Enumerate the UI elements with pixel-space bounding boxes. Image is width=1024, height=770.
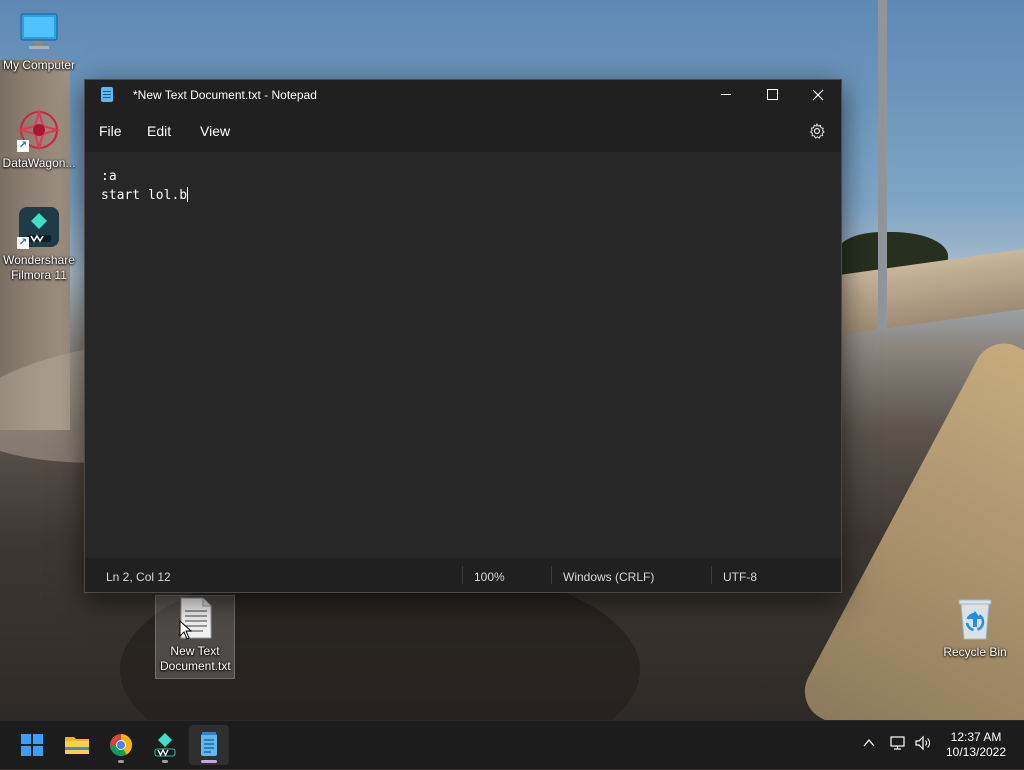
chrome-icon <box>110 734 132 756</box>
minimize-button[interactable] <box>703 80 749 110</box>
editor-line-2: start lol.b <box>101 187 189 203</box>
clock-time: 12:37 AM <box>950 730 1002 744</box>
status-divider <box>711 566 712 584</box>
desktop-icon-my-computer[interactable]: My Computer <box>0 10 78 73</box>
volume-tray-button[interactable] <box>914 735 932 754</box>
datawagon-icon: ↗ <box>17 108 61 152</box>
editor-line-2-text: start lol.b <box>101 188 188 203</box>
menu-edit[interactable]: Edit <box>147 123 171 139</box>
desktop-icon-label: My Computer <box>2 58 76 72</box>
system-clock[interactable]: 12:37 AM 10/13/2022 <box>944 730 1008 760</box>
running-indicator <box>162 760 168 763</box>
window-title: *New Text Document.txt - Notepad <box>133 88 317 102</box>
status-zoom[interactable]: 100% <box>474 570 505 584</box>
text-editor-area[interactable]: :a start lol.b <box>85 152 841 558</box>
notepad-icon <box>101 87 113 102</box>
wallpaper-pole <box>878 0 887 330</box>
status-cursor-position: Ln 2, Col 12 <box>106 570 171 584</box>
close-icon <box>812 89 824 101</box>
close-button[interactable] <box>795 80 841 110</box>
settings-gear-icon[interactable] <box>809 123 825 139</box>
status-line-ending[interactable]: Windows (CRLF) <box>563 570 654 584</box>
running-indicator <box>118 760 124 763</box>
clock-date: 10/13/2022 <box>945 745 1007 759</box>
file-explorer-icon <box>65 737 89 754</box>
monitor-icon <box>17 10 61 54</box>
taskbar-chrome[interactable] <box>101 725 141 765</box>
taskbar: 12:37 AM 10/13/2022 <box>0 720 1024 769</box>
desktop-icon-text-document[interactable]: New Text Document.txt <box>155 595 235 679</box>
mouse-cursor-icon <box>179 620 193 640</box>
shortcut-arrow-icon: ↗ <box>17 140 29 152</box>
taskbar-filmora[interactable] <box>145 725 185 765</box>
taskbar-notepad[interactable] <box>189 725 229 765</box>
network-tray-button[interactable] <box>889 735 907 754</box>
notepad-icon <box>201 732 217 756</box>
title-bar[interactable]: *New Text Document.txt - Notepad <box>85 80 841 110</box>
menu-bar <box>85 110 841 152</box>
maximize-button[interactable] <box>749 80 795 110</box>
text-caret <box>187 187 189 202</box>
desktop-icon-filmora[interactable]: ↗ Wondershare Filmora 11 <box>0 205 78 283</box>
recycle-bin-icon <box>953 597 997 641</box>
speaker-icon <box>915 735 930 751</box>
network-icon <box>890 736 905 750</box>
desktop-icon-datawagon[interactable]: ↗ DataWagon... <box>0 108 78 171</box>
start-icon <box>21 734 43 756</box>
desktop-icon-label: Wondershare Filmora 11 <box>3 253 75 282</box>
menu-view[interactable]: View <box>200 123 230 139</box>
shortcut-arrow-icon: ↗ <box>17 237 29 249</box>
status-divider <box>551 566 552 584</box>
minimize-icon <box>721 94 731 96</box>
desktop-icon-label: New Text Document.txt <box>160 644 231 673</box>
maximize-icon <box>766 89 778 101</box>
editor-line-1: :a <box>101 169 117 184</box>
chevron-up-icon <box>863 738 875 747</box>
menu-file[interactable]: File <box>99 123 122 139</box>
desktop-icon-label: DataWagon... <box>2 156 76 170</box>
desktop-icon-label: Recycle Bin <box>943 645 1007 659</box>
status-encoding[interactable]: UTF-8 <box>723 570 757 584</box>
status-bar: Ln 2, Col 12 100% Windows (CRLF) UTF-8 <box>85 558 841 592</box>
active-indicator <box>201 760 217 763</box>
taskbar-file-explorer[interactable] <box>57 725 97 765</box>
filmora-icon: ↗ <box>17 205 61 249</box>
filmora-icon <box>154 733 176 757</box>
notepad-window[interactable]: *New Text Document.txt - Notepad File Ed… <box>84 79 842 593</box>
show-hidden-icons-button[interactable] <box>861 735 877 754</box>
status-divider <box>462 566 463 584</box>
start-button[interactable] <box>12 725 52 765</box>
desktop-icon-recycle-bin[interactable]: Recycle Bin <box>936 597 1014 660</box>
